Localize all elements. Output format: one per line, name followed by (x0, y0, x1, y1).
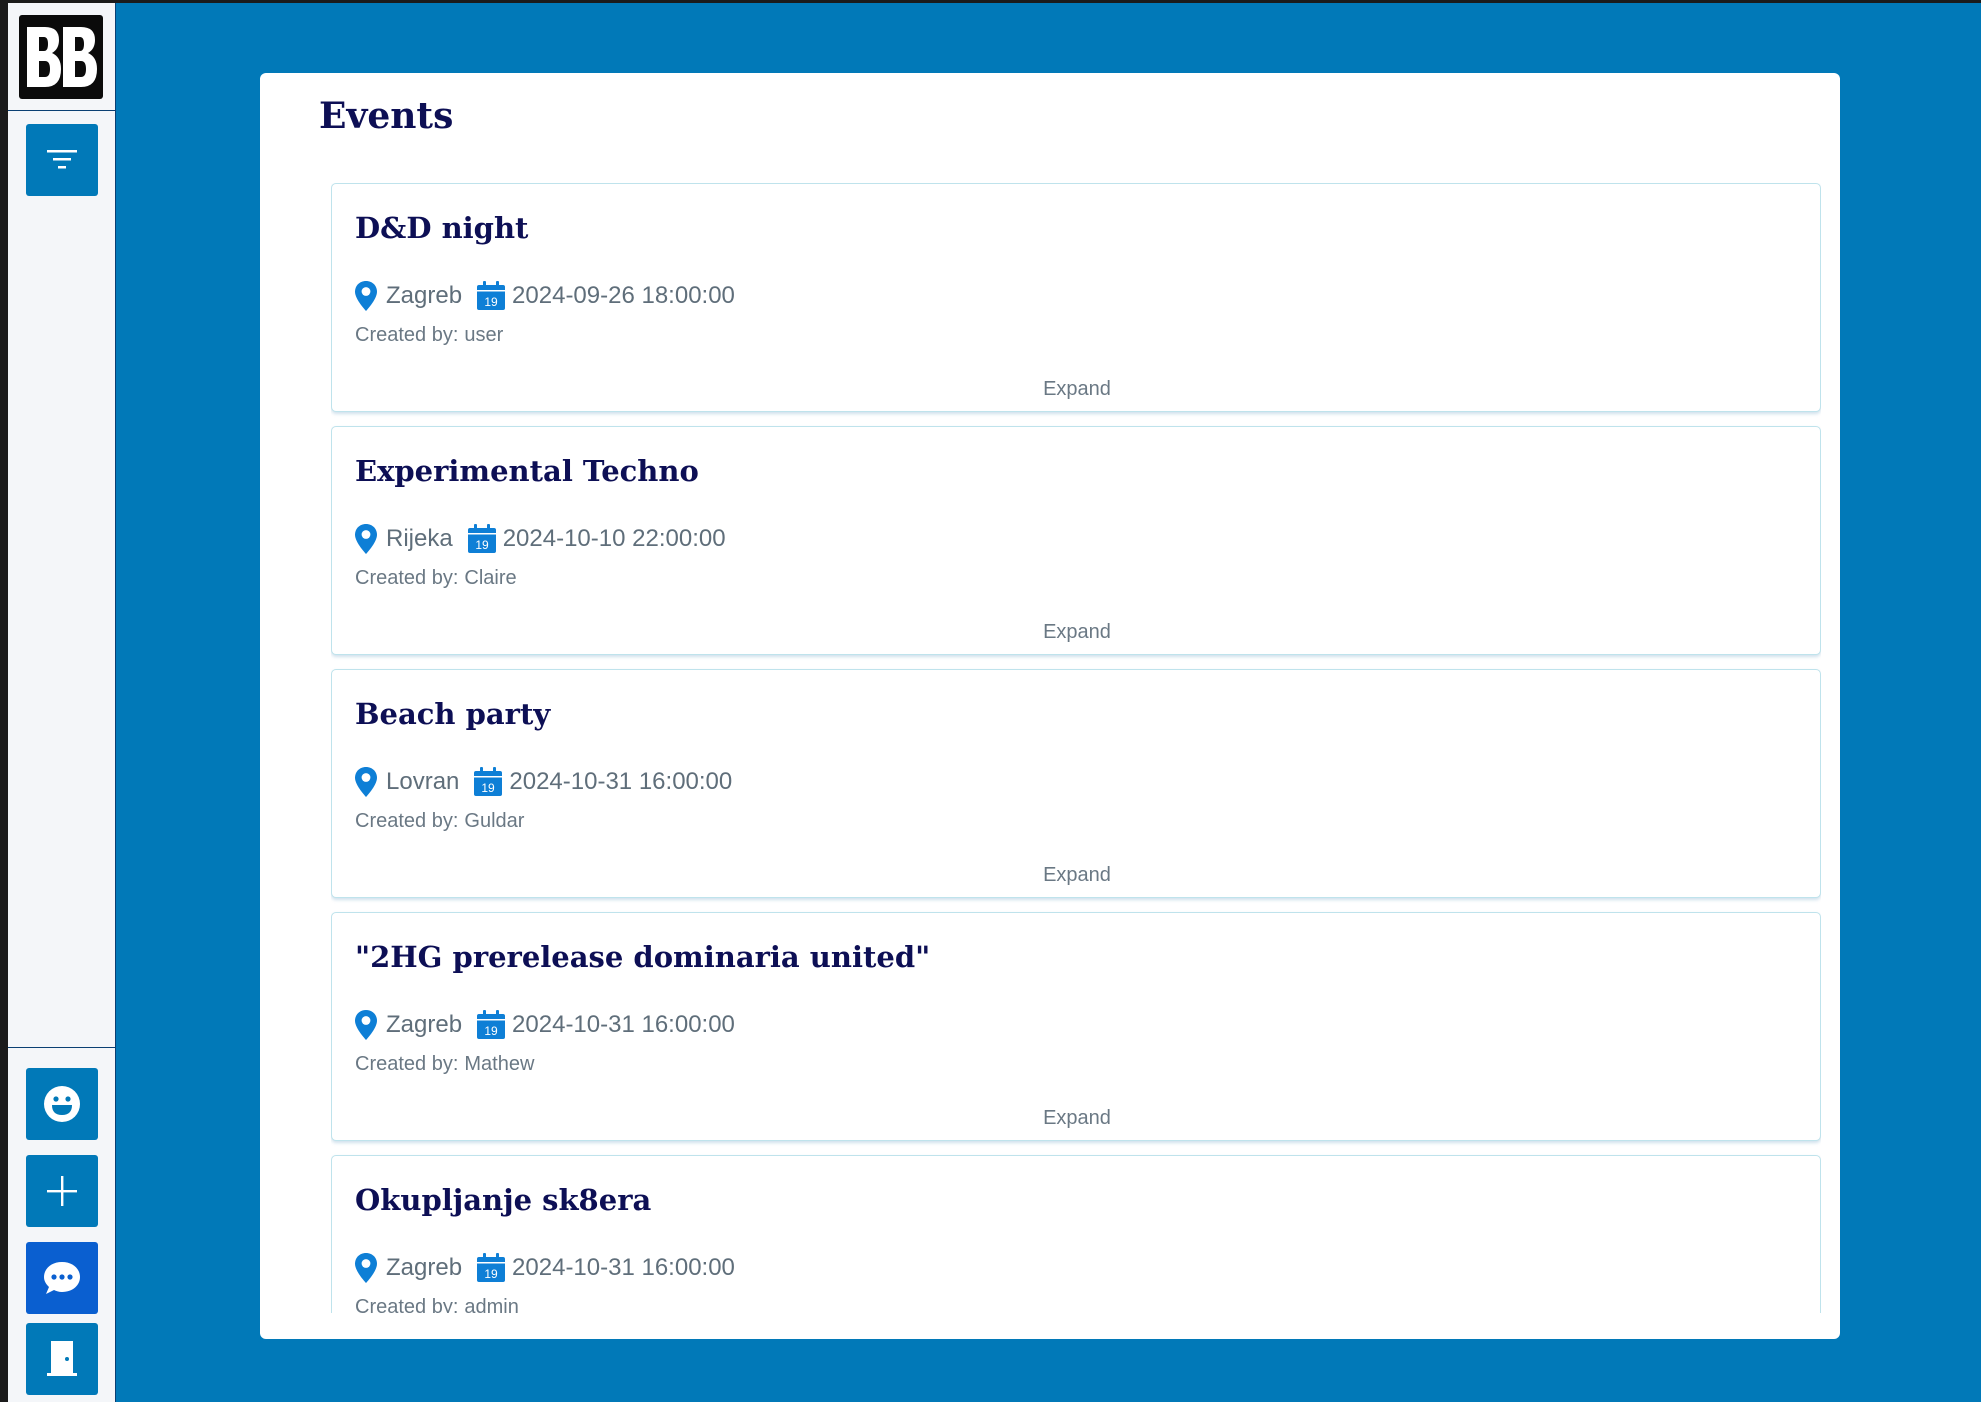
created-by-user: admin (464, 1296, 519, 1313)
calendar-day-label: 19 (475, 538, 489, 552)
created-by-label: Created by: (355, 324, 459, 346)
event-datetime: 2024-10-10 22:00:00 (502, 525, 726, 552)
logout-button[interactable] (26, 1323, 98, 1395)
event-datetime: 2024-10-31 16:00:00 (512, 1011, 735, 1038)
created-by-label: Created by: (355, 1053, 459, 1075)
calendar-day-label: 19 (484, 295, 498, 309)
sidebar (8, 3, 116, 1402)
event-card[interactable]: Experimental Techno Rijeka 19 2024-10-10… (331, 426, 1821, 655)
map-pin-icon (355, 767, 377, 797)
event-meta: Zagreb 19 2024-09-26 18:00:00 (354, 279, 735, 313)
event-title: "2HG prerelease dominaria united" (355, 940, 931, 974)
event-location: Zagreb (386, 1254, 463, 1281)
event-meta: Rijeka 19 2024-10-10 22:00:00 (354, 522, 726, 556)
created-by-label: Created by: (355, 810, 459, 832)
chat-button[interactable] (26, 1242, 98, 1314)
calendar-day-label: 19 (484, 1024, 498, 1038)
map-pin-icon (355, 1253, 377, 1283)
event-location: Lovran (386, 768, 460, 795)
calendar-icon: 19 (467, 524, 496, 553)
map-pin-icon (355, 1010, 377, 1040)
page-title: Events (319, 95, 454, 137)
expand-button[interactable]: Expand (332, 621, 1821, 644)
event-datetime: 2024-10-31 16:00:00 (509, 768, 733, 795)
event-card[interactable]: Beach party Lovran 19 2024-10-31 16:00:0… (331, 669, 1821, 898)
event-created-by: Created by: Guldar (355, 810, 524, 833)
event-card[interactable]: "2HG prerelease dominaria united" Zagreb… (331, 912, 1821, 1141)
event-location: Zagreb (386, 282, 463, 309)
event-card[interactable]: D&D night Zagreb 19 2024-09-26 18:00:00 … (331, 183, 1821, 412)
event-list[interactable]: D&D night Zagreb 19 2024-09-26 18:00:00 … (331, 183, 1821, 1313)
expand-button[interactable]: Expand (332, 378, 1821, 401)
calendar-icon: 19 (474, 767, 503, 796)
created-by-user: Guldar (464, 810, 525, 832)
calendar-icon: 19 (477, 1253, 506, 1282)
calendar-day-label: 19 (482, 781, 496, 795)
event-location: Rijeka (386, 525, 453, 552)
door-icon (47, 1341, 77, 1376)
created-by-label: Created by: (355, 1296, 459, 1313)
expand-button[interactable]: Expand (332, 864, 1821, 887)
event-title: Okupljanje sk8era (355, 1183, 652, 1217)
event-title: Beach party (355, 697, 551, 731)
event-meta: Zagreb 19 2024-10-31 16:00:00 (354, 1251, 735, 1285)
chat-bubble-icon (44, 1262, 80, 1294)
event-title: D&D night (355, 211, 529, 245)
sidebar-divider-top (8, 110, 116, 111)
map-pin-icon (355, 524, 377, 554)
expand-button[interactable]: Expand (332, 1107, 1821, 1130)
add-event-button[interactable] (26, 1155, 98, 1227)
filter-button[interactable] (26, 124, 98, 196)
created-by-user: Claire (464, 567, 517, 589)
map-pin-icon (355, 281, 377, 311)
created-by-user: Mathew (464, 1053, 535, 1075)
event-location: Zagreb (386, 1011, 463, 1038)
event-created-by: Created by: user (355, 324, 503, 347)
window-frame-top (0, 0, 1981, 3)
calendar-icon: 19 (477, 281, 506, 310)
filter-icon (47, 150, 77, 169)
event-card[interactable]: Okupljanje sk8era Zagreb 19 2024-10-31 1… (331, 1155, 1821, 1313)
event-created-by: Created by: Mathew (355, 1053, 534, 1076)
plus-icon (47, 1176, 77, 1206)
calendar-icon: 19 (477, 1010, 506, 1039)
sidebar-divider-bottom (8, 1047, 116, 1048)
event-meta: Zagreb 19 2024-10-31 16:00:00 (354, 1008, 735, 1042)
window-frame-left (0, 0, 8, 1402)
created-by-user: user (464, 324, 504, 346)
event-title: Experimental Techno (355, 454, 699, 488)
smiley-face-icon (44, 1086, 80, 1122)
event-datetime: 2024-10-31 16:00:00 (512, 1254, 735, 1281)
events-panel: Events D&D night Zagreb 19 2024-09-26 18… (260, 73, 1840, 1339)
logo-bb-icon (27, 27, 97, 87)
event-created-by: Created by: admin (355, 1296, 519, 1313)
created-by-label: Created by: (355, 567, 459, 589)
event-meta: Lovran 19 2024-10-31 16:00:00 (354, 765, 732, 799)
profile-button[interactable] (26, 1068, 98, 1140)
event-created-by: Created by: Claire (355, 567, 517, 590)
calendar-day-label: 19 (484, 1267, 498, 1281)
app-logo[interactable] (19, 15, 103, 99)
event-datetime: 2024-09-26 18:00:00 (512, 282, 735, 309)
